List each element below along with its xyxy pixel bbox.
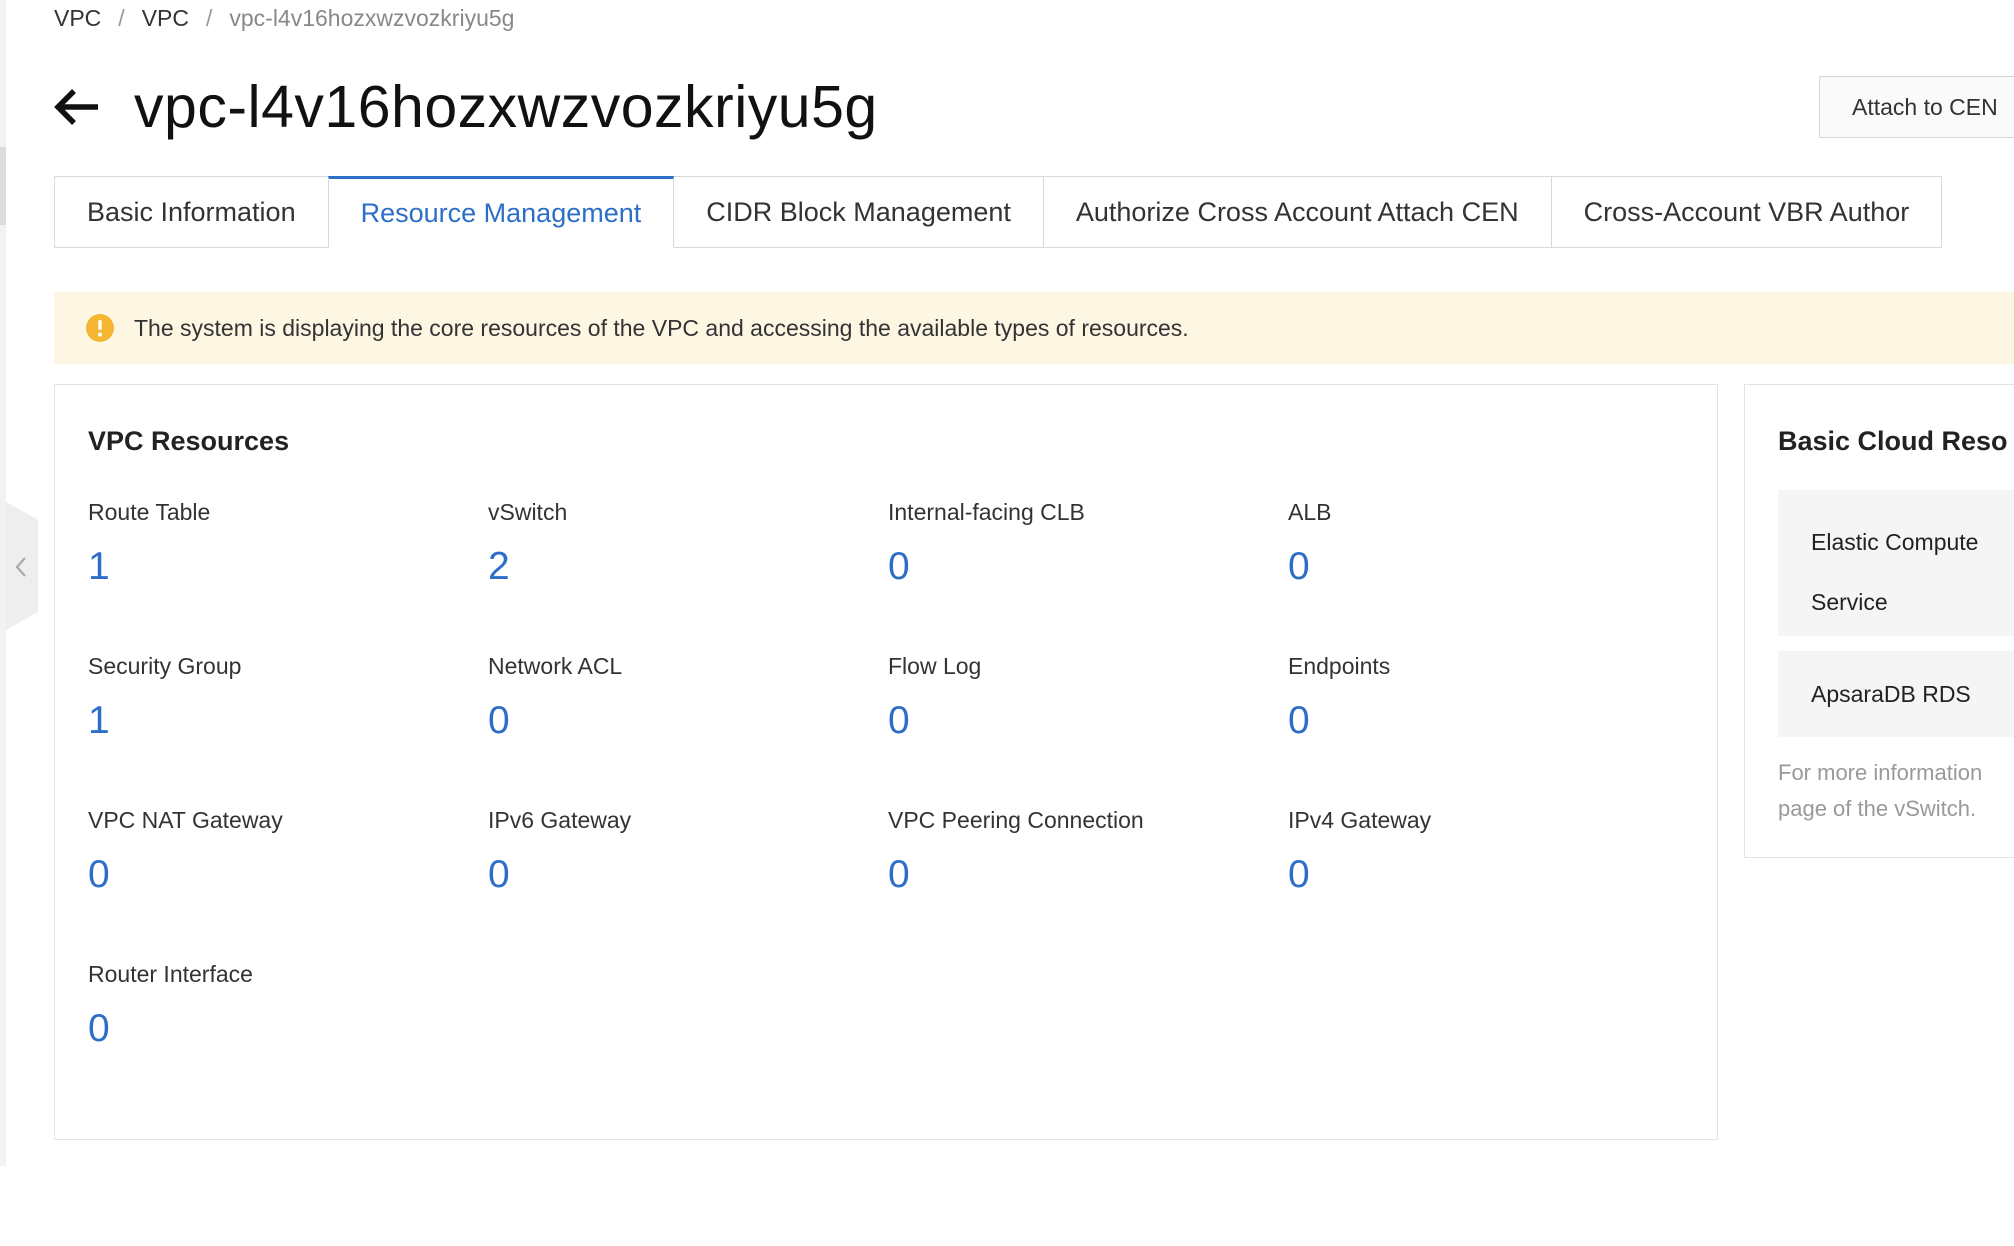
resource-endpoints: Endpoints 0 xyxy=(1288,651,1688,805)
resource-label: Internal-facing CLB xyxy=(888,499,1085,525)
tab-cross-account-vbr-authorization[interactable]: Cross-Account VBR Author xyxy=(1550,176,1943,248)
basic-cloud-resources-title: Basic Cloud Reso xyxy=(1778,426,2008,456)
left-rail xyxy=(0,0,6,1166)
resource-alb: ALB 0 xyxy=(1288,497,1688,651)
tab-authorize-cross-account-attach-cen[interactable]: Authorize Cross Account Attach CEN xyxy=(1042,176,1552,248)
tab-basic-information[interactable]: Basic Information xyxy=(54,176,329,248)
breadcrumb-item-vpc-list[interactable]: VPC xyxy=(142,5,189,32)
back-button[interactable] xyxy=(52,81,104,133)
resource-flow-log: Flow Log 0 xyxy=(888,651,1288,805)
tab-bar: Basic Information Resource Management CI… xyxy=(54,176,1943,248)
resource-count-link[interactable]: 0 xyxy=(1288,853,1310,897)
cloud-item-rds[interactable]: ApsaraDB RDS xyxy=(1778,651,2014,737)
cloud-item-label: Service xyxy=(1811,589,1888,615)
page-title: vpc-l4v16hozxwzvozkriyu5g xyxy=(134,74,878,140)
resource-router-interface: Router Interface 0 xyxy=(88,959,488,1113)
vpc-resources-title: VPC Resources xyxy=(88,426,290,456)
resource-count-link[interactable]: 0 xyxy=(888,853,910,897)
resource-count-link[interactable]: 0 xyxy=(88,1007,110,1051)
resource-count-link[interactable]: 0 xyxy=(1288,699,1310,743)
breadcrumb-separator: / xyxy=(118,4,125,31)
resource-label: Route Table xyxy=(88,499,211,525)
resource-label: Network ACL xyxy=(488,653,623,679)
resource-count-link[interactable]: 0 xyxy=(488,699,510,743)
resource-label: Router Interface xyxy=(88,961,253,987)
vpc-resources-card: VPC Resources Route Table 1 vSwitch 2 In… xyxy=(54,384,1718,1140)
resource-label: IPv4 Gateway xyxy=(1288,807,1432,833)
note-line: page of the vSwitch. xyxy=(1778,796,1977,821)
resource-count-link[interactable]: 1 xyxy=(88,545,110,589)
page: VPC / VPC / vpc-l4v16hozxwzvozkriyu5g vp… xyxy=(0,0,2014,1246)
resource-label: Flow Log xyxy=(888,653,982,679)
tab-resource-management[interactable]: Resource Management xyxy=(327,176,675,248)
cloud-item-ecs[interactable]: Elastic Compute Service xyxy=(1778,490,2014,636)
resource-security-group: Security Group 1 xyxy=(88,651,488,805)
cloud-item-label: ApsaraDB RDS xyxy=(1811,681,1971,707)
resource-vswitch: vSwitch 2 xyxy=(488,497,888,651)
breadcrumb-current: vpc-l4v16hozxwzvozkriyu5g xyxy=(229,4,515,31)
basic-cloud-resources-card: Basic Cloud Reso Elastic Compute Service… xyxy=(1744,384,2014,858)
info-alert: The system is displaying the core resour… xyxy=(54,292,2014,364)
title-row: vpc-l4v16hozxwzvozkriyu5g xyxy=(52,72,878,142)
breadcrumb-separator: / xyxy=(205,4,213,31)
resource-count-link[interactable]: 0 xyxy=(1288,545,1310,589)
alert-text: The system is displaying the core resour… xyxy=(134,314,1189,341)
warning-circle-icon xyxy=(86,314,114,342)
resource-network-acl: Network ACL 0 xyxy=(488,651,888,805)
resource-count-link[interactable]: 0 xyxy=(488,853,510,897)
resource-label: Security Group xyxy=(88,653,242,679)
resource-count-link[interactable]: 0 xyxy=(888,699,910,743)
resource-label: vSwitch xyxy=(488,499,568,525)
tab-cidr-block-management[interactable]: CIDR Block Management xyxy=(673,176,1044,248)
breadcrumb: VPC / VPC / vpc-l4v16hozxwzvozkriyu5g xyxy=(54,4,514,32)
note-line: For more information xyxy=(1778,760,1983,785)
resource-label: IPv6 Gateway xyxy=(488,807,632,833)
sidebar-collapse-handle[interactable] xyxy=(6,502,38,630)
left-rail-marker xyxy=(0,147,6,225)
vpc-resources-grid: Route Table 1 vSwitch 2 Internal-facing … xyxy=(88,497,1688,1113)
basic-cloud-note: For more information page of the vSwitch… xyxy=(1778,755,1982,827)
resource-internal-facing-clb: Internal-facing CLB 0 xyxy=(888,497,1288,651)
chevron-left-icon xyxy=(15,557,26,577)
resource-label: ALB xyxy=(1288,499,1332,525)
resource-vpc-peering-connection: VPC Peering Connection 0 xyxy=(888,805,1288,959)
resource-ipv4-gateway: IPv4 Gateway 0 xyxy=(1288,805,1688,959)
resource-label: VPC NAT Gateway xyxy=(88,807,283,833)
resource-count-link[interactable]: 0 xyxy=(888,545,910,589)
breadcrumb-item-vpc[interactable]: VPC xyxy=(54,5,101,32)
arrow-left-icon xyxy=(54,89,98,125)
resource-count-link[interactable]: 1 xyxy=(88,699,110,743)
cloud-item-label: Elastic Compute xyxy=(1811,529,1979,555)
attach-to-cen-button[interactable]: Attach to CEN xyxy=(1819,76,2014,138)
resource-ipv6-gateway: IPv6 Gateway 0 xyxy=(488,805,888,959)
resource-vpc-nat-gateway: VPC NAT Gateway 0 xyxy=(88,805,488,959)
resource-count-link[interactable]: 0 xyxy=(88,853,110,897)
resource-label: Endpoints xyxy=(1288,653,1391,679)
resource-route-table: Route Table 1 xyxy=(88,497,488,651)
resource-count-link[interactable]: 2 xyxy=(488,545,510,589)
resource-label: VPC Peering Connection xyxy=(888,807,1144,833)
